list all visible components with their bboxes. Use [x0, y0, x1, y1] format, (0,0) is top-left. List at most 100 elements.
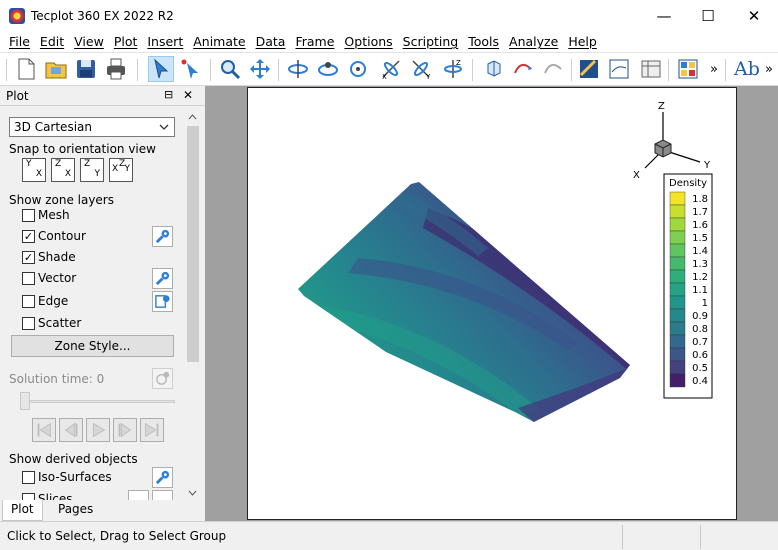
- edge-details-button[interactable]: [152, 291, 173, 312]
- sidebar-title: Plot: [6, 88, 29, 103]
- open-layout-button[interactable]: [43, 56, 69, 82]
- previous-step-button[interactable]: [59, 418, 83, 442]
- menu-help[interactable]: Help: [563, 34, 602, 49]
- save-button[interactable]: [73, 56, 99, 82]
- snap-orientation-label: Snap to orientation view: [9, 142, 156, 156]
- orient-xy-button[interactable]: YX: [22, 158, 46, 182]
- print-button[interactable]: [103, 56, 129, 82]
- iso-surfaces-checkbox[interactable]: [22, 471, 35, 484]
- solution-time-slider-thumb[interactable]: [20, 392, 30, 410]
- legend-level-label: 1.7: [692, 207, 708, 218]
- zone-style-button[interactable]: Zone Style...: [11, 335, 174, 357]
- orient-3d-button[interactable]: ZYX: [109, 158, 133, 182]
- legend-level-label: 0.7: [692, 337, 708, 348]
- orient-xz-button[interactable]: ZX: [51, 158, 75, 182]
- slices-checkbox[interactable]: [22, 493, 35, 500]
- color-map-button[interactable]: [675, 56, 701, 82]
- contour-line-button[interactable]: [606, 56, 632, 82]
- contour-checkbox[interactable]: ✓: [22, 230, 35, 243]
- legend-swatch: [669, 217, 686, 232]
- menu-edit[interactable]: Edit: [35, 34, 69, 49]
- menu-insert[interactable]: Insert: [142, 34, 188, 49]
- toolbar-overflow-button-2[interactable]: »: [762, 56, 776, 82]
- slices-extract-button[interactable]: [128, 490, 149, 500]
- sidebar-close-icon[interactable]: ✕: [183, 88, 193, 102]
- wing-contour-surface[interactable]: [298, 182, 648, 422]
- streamtrace-button[interactable]: [511, 56, 537, 82]
- text-tool-button[interactable]: Ab: [733, 56, 761, 82]
- axis-y-label: Y: [703, 160, 711, 171]
- sidebar-scroll-thumb[interactable]: [187, 126, 199, 362]
- play-button[interactable]: [86, 418, 110, 442]
- contour-line-icon: [609, 59, 629, 79]
- last-step-button[interactable]: [140, 418, 164, 442]
- plot-type-select[interactable]: 3D Cartesian: [9, 117, 175, 137]
- toolbar-overflow-button[interactable]: »: [706, 56, 722, 82]
- menu-view[interactable]: View: [69, 34, 109, 49]
- edge-checkbox[interactable]: [22, 295, 35, 308]
- menu-analyze[interactable]: Analyze: [504, 34, 563, 49]
- twist-rotate-button[interactable]: [345, 56, 371, 82]
- menu-file[interactable]: File: [4, 34, 35, 49]
- selector-tool-button[interactable]: [148, 56, 174, 82]
- zone-tool-button[interactable]: [638, 56, 664, 82]
- plot-frame[interactable]: Z X Y Density 1.8 1.7 1.6 1.5 1.4 1.3 1.2 1.1 1 0…: [247, 87, 737, 520]
- adjustor-tool-button[interactable]: [178, 56, 204, 82]
- legend-level-label: 1.5: [692, 233, 708, 244]
- rotate-x-button[interactable]: X: [378, 56, 404, 82]
- probe-tool-button[interactable]: [481, 56, 507, 82]
- first-step-button[interactable]: [32, 418, 56, 442]
- solution-time-button[interactable]: [152, 368, 173, 389]
- iso-surfaces-details-button[interactable]: [152, 467, 173, 488]
- scatter-checkbox[interactable]: [22, 317, 35, 330]
- orientation-axis[interactable]: Z X Y: [633, 101, 711, 181]
- zoom-tool-button[interactable]: [217, 56, 243, 82]
- tab-plot[interactable]: Plot: [2, 500, 43, 521]
- status-bar: Click to Select, Drag to Select Group: [0, 521, 778, 550]
- spherical-rotate-button[interactable]: [285, 56, 311, 82]
- legend-level-label: 1.3: [692, 259, 708, 270]
- menu-options[interactable]: Options: [339, 34, 397, 49]
- minimize-button[interactable]: —: [641, 0, 687, 31]
- rotate-y-button[interactable]: Y: [408, 56, 434, 82]
- svg-text:X: X: [382, 73, 387, 81]
- scroll-down-icon[interactable]: [188, 490, 197, 496]
- contour-details-button[interactable]: [152, 226, 173, 247]
- slice-icon: [579, 59, 598, 78]
- solution-time-track: [22, 400, 175, 403]
- menu-scripting[interactable]: Scripting: [398, 34, 464, 49]
- vector-checkbox[interactable]: [22, 272, 35, 285]
- dock-pin-icon[interactable]: ⊟: [164, 88, 173, 101]
- menu-plot[interactable]: Plot: [109, 34, 143, 49]
- open-folder-icon: [45, 62, 67, 79]
- vector-details-button[interactable]: [152, 268, 173, 289]
- new-layout-button[interactable]: [13, 56, 39, 82]
- slices-details-button[interactable]: [152, 490, 173, 500]
- streamtrace-disabled-button[interactable]: [541, 56, 567, 82]
- rollerball-rotate-button[interactable]: [315, 56, 341, 82]
- orient-yz-button[interactable]: ZY: [80, 158, 104, 182]
- maximize-button[interactable]: ☐: [685, 0, 731, 31]
- translate-tool-button[interactable]: [247, 56, 273, 82]
- menu-animate[interactable]: Animate: [188, 34, 250, 49]
- shade-checkbox[interactable]: ✓: [22, 251, 35, 264]
- legend-swatch: [669, 321, 686, 336]
- density-legend[interactable]: Density 1.8 1.7 1.6 1.5 1.4 1.3 1.2 1.1 1 0.9 0.8 0…: [663, 173, 713, 399]
- close-button[interactable]: ✕: [731, 0, 777, 31]
- slice-tool-button[interactable]: [576, 56, 602, 82]
- menu-frame[interactable]: Frame: [290, 34, 339, 49]
- axis-x-label: X: [633, 170, 640, 181]
- scroll-up-icon[interactable]: [188, 114, 197, 120]
- rotate-z-button[interactable]: Z: [440, 56, 466, 82]
- legend-level-label: 1.8: [692, 194, 708, 205]
- menu-tools[interactable]: Tools: [463, 34, 504, 49]
- menu-data[interactable]: Data: [251, 34, 291, 49]
- mesh-checkbox[interactable]: [22, 209, 35, 222]
- toolbar-separator: [472, 59, 473, 81]
- tab-pages[interactable]: Pages: [50, 500, 101, 520]
- next-step-button[interactable]: [113, 418, 137, 442]
- slices-row-clip: Slices: [0, 490, 185, 500]
- toolbar-separator: [668, 59, 669, 81]
- wrench-gear-icon: [155, 271, 170, 286]
- rotate-z-axis-icon: Z: [444, 59, 462, 78]
